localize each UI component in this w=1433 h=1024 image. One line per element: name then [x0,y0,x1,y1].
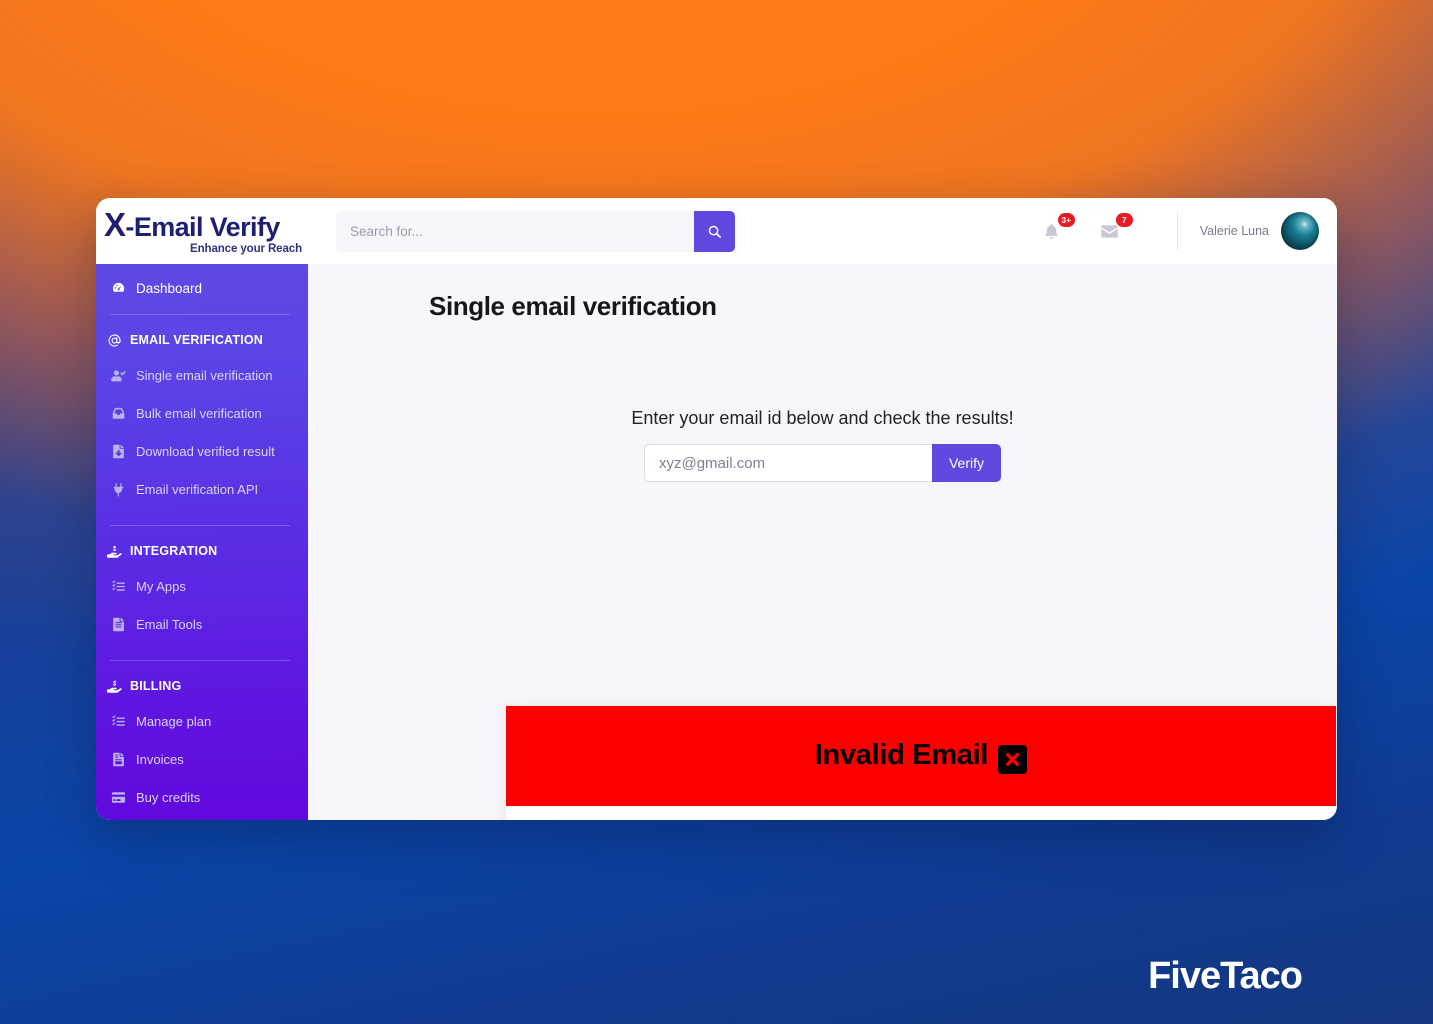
sidebar-section-email-verification: EMAIL VERIFICATION [96,325,308,355]
verification-result-card: Invalid Email Email: xyz@gmail.com Domai… [506,706,1336,820]
sidebar-section-title: EMAIL VERIFICATION [130,333,264,347]
result-status-banner: Invalid Email [506,706,1336,806]
avatar[interactable] [1281,212,1319,250]
app-window: X-Email Verify Enhance your Reach Search… [96,198,1337,820]
sidebar-item-label: Single email verification [136,367,273,383]
sidebar-item-dashboard[interactable]: Dashboard [96,272,308,304]
notifications-badge: 3+ [1057,213,1075,227]
cross-mark-icon [998,744,1028,774]
verify-button[interactable]: Verify [931,444,1001,482]
user-check-icon [108,368,128,383]
search-bar [336,210,735,252]
notifications-button[interactable]: 3+ [1035,213,1075,248]
verify-prompt: Enter your email id below and check the … [631,408,1014,428]
search-icon [708,225,721,238]
list-icon [108,579,128,594]
at-icon [104,333,124,348]
sidebar-item-label: Email verification API [136,481,259,497]
sidebar-item-label: Email Tools [136,616,203,632]
plug-icon [108,482,128,497]
search-button[interactable] [694,210,735,252]
inbox-icon [108,406,128,421]
sidebar-item-my-apps[interactable]: My Apps [96,570,308,602]
sidebar-divider [110,525,290,526]
email-input[interactable] [643,444,932,482]
hand-holding-icon [104,544,124,559]
sidebar-item-buy-credits[interactable]: Buy credits [96,781,308,813]
sidebar-item-download-verified-result[interactable]: Download verified result [96,435,308,467]
sidebar-divider [110,660,290,661]
watermark: FiveTaco [1148,955,1303,997]
user-name: Valerie Luna [1199,224,1269,238]
list-icon [108,714,128,729]
hand-holding-dollar-icon [104,679,124,694]
bell-icon [1045,223,1058,238]
brand-name: X-Email Verify [104,208,308,241]
messages-badge: 7 [1115,213,1133,227]
messages-button[interactable]: 7 [1093,213,1133,248]
sidebar-item-email-tools[interactable]: Email Tools [96,608,308,640]
sidebar-item-label: Bulk email verification [136,405,262,421]
verify-form: Verify [308,444,1337,482]
page-title: Single email verification [429,291,717,321]
sidebar-item-label: My Apps [136,578,186,594]
sidebar-item-invoices[interactable]: Invoices [96,743,308,775]
search-input[interactable] [336,210,694,252]
sidebar-item-single-email-verification[interactable]: Single email verification [96,359,308,391]
brand-x-mark: X [104,205,126,243]
sidebar-section-integration: INTEGRATION [96,536,308,566]
sidebar-item-label: Manage plan [136,713,212,729]
sidebar: Dashboard EMAIL VERIFICATION Single emai… [96,264,308,820]
result-status-text: Invalid Email [814,738,1028,774]
sidebar-item-bulk-email-verification[interactable]: Bulk email verification [96,397,308,429]
screenshot-root: X-Email Verify Enhance your Reach Search… [0,0,1433,1024]
main-content: Single email verification Enter your ema… [308,264,1337,820]
result-details: Email: xyz@gmail.com Domain: gmail.com R… [506,806,1336,820]
top-bar: X-Email Verify Enhance your Reach Search… [96,198,1337,264]
topbar-divider [1176,212,1178,250]
brand-name-rest: -Email Verify [125,211,280,242]
credit-card-icon [108,790,128,805]
top-bar-right: 3+ 7 Valerie Luna [1035,198,1337,264]
sidebar-section-title: INTEGRATION [130,544,218,558]
result-status-label: Invalid Email [814,738,989,771]
sidebar-divider [110,314,290,315]
sidebar-item-label: Dashboard [136,280,203,296]
file-invoice-icon [108,752,128,767]
sidebar-item-label: Buy credits [136,789,201,805]
file-download-icon [108,444,128,459]
sidebar-item-label: Invoices [136,751,184,767]
sidebar-item-email-verification-api[interactable]: Email verification API [96,473,308,505]
sidebar-item-label: Download verified result [136,443,275,459]
sidebar-item-manage-plan[interactable]: Manage plan [96,705,308,737]
brand-tagline: Enhance your Reach [190,242,302,255]
brand-logo[interactable]: X-Email Verify Enhance your Reach [96,198,308,264]
sidebar-section-title: BILLING [130,679,182,693]
gauge-icon [108,281,128,296]
sidebar-section-billing: BILLING [96,671,308,701]
file-icon [108,617,128,632]
